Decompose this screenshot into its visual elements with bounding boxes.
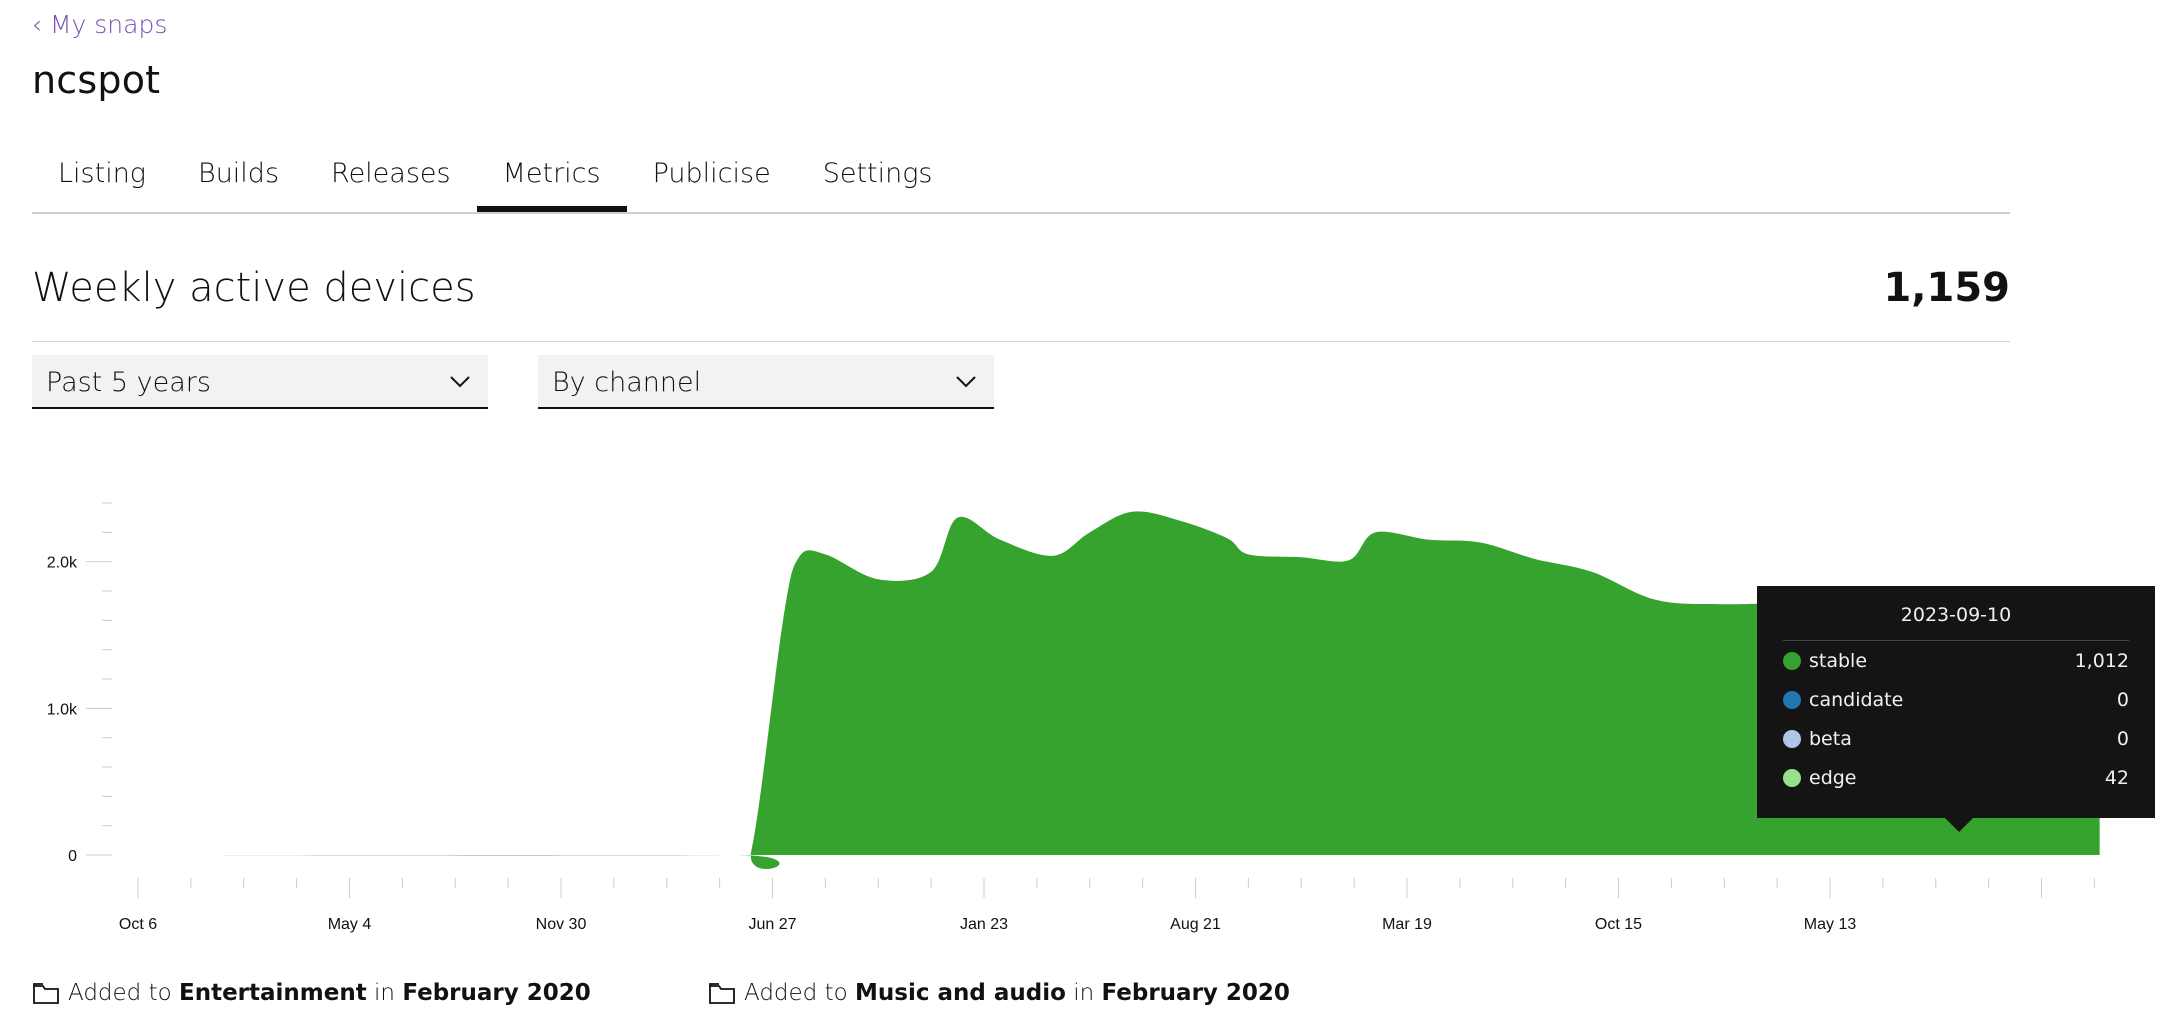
period-select[interactable]: Past 5 years [32,355,488,409]
period-select-value: Past 5 years [46,367,211,398]
y-tick-label: 2.0k [47,555,78,572]
x-tick-label: Jan 23 [960,916,1008,933]
x-tick-label: Mar 19 [1382,916,1432,933]
tab-settings[interactable]: Settings [797,150,959,210]
x-tick-label: Aug 21 [1170,916,1221,933]
x-tick-label: Nov 30 [536,916,587,933]
annotation-in: in [1073,980,1095,1006]
x-tick-label: May 13 [1804,916,1857,933]
tab-builds[interactable]: Builds [172,150,305,210]
tab-listing[interactable]: Listing [32,150,172,210]
back-to-my-snaps-link[interactable]: ‹ My snaps [32,10,167,39]
tooltip-series-value: 0 [2116,688,2129,711]
tooltip-series-name: stable [1809,649,1868,672]
y-tick-label: 0 [68,848,77,865]
tooltip-row-stable: stable 1,012 [1757,641,2155,680]
legend-dot-beta [1783,729,1801,748]
legend-dot-candidate [1783,690,1801,709]
annotation-category: Music and audio [855,980,1066,1006]
chevron-down-icon [956,376,976,388]
chart-tooltip: 2023-09-10 stable 1,012 candidate 0 beta… [1757,586,2155,832]
annotation-date: February 2020 [1101,980,1290,1006]
annotation-prefix: Added to [68,980,172,1006]
tooltip-series-name: candidate [1809,688,1904,711]
metric-title: Weekly active devices [32,265,476,311]
x-tick-label: Oct 15 [1595,916,1642,933]
tooltip-series-name: beta [1809,727,1852,750]
tab-publicise[interactable]: Publicise [627,150,797,210]
snap-title: ncspot [32,58,161,102]
tooltip-series-value: 0 [2116,727,2129,750]
tooltip-series-value: 42 [2104,766,2129,789]
annotation-category: Entertainment [179,980,367,1006]
legend-dot-stable [1783,651,1801,670]
tooltip-series-value: 1,012 [2074,649,2129,672]
tooltip-row-candidate: candidate 0 [1757,680,2155,719]
tooltip-row-beta: beta 0 [1757,719,2155,758]
x-tick-label: Oct 6 [119,916,157,933]
chevron-down-icon [450,376,470,388]
annotation-prefix: Added to [744,980,848,1006]
category-annotation: Added to Entertainment in February 2020 [32,980,591,1006]
tab-bar: Listing Builds Releases Metrics Publicis… [32,150,2010,214]
tooltip-date: 2023-09-10 [1783,586,2129,641]
folder-icon [33,983,59,1004]
x-axis: Oct 6 May 4 Nov 30 Jun 27 Jan 23 Aug 21 Mar 19… [119,878,2095,933]
section-divider [32,341,2010,342]
y-tick-label: 1.0k [47,701,78,718]
y-axis: 0 1.0k 2.0k [47,502,112,865]
grouping-select[interactable]: By channel [538,355,994,409]
tooltip-series-name: edge [1809,766,1857,789]
annotation-date: February 2020 [402,980,591,1006]
category-annotation: Added to Music and audio in February 202… [708,980,1290,1006]
tab-metrics[interactable]: Metrics [476,150,627,212]
folder-icon [709,983,735,1004]
x-tick-label: May 4 [328,916,372,933]
grouping-select-value: By channel [552,367,702,398]
metric-total: 1,159 [1883,265,2010,311]
x-tick-label: Jun 27 [748,916,796,933]
tooltip-row-edge: edge 42 [1757,758,2155,797]
annotation-in: in [374,980,396,1006]
legend-dot-edge [1783,768,1801,787]
tab-releases[interactable]: Releases [305,150,477,210]
